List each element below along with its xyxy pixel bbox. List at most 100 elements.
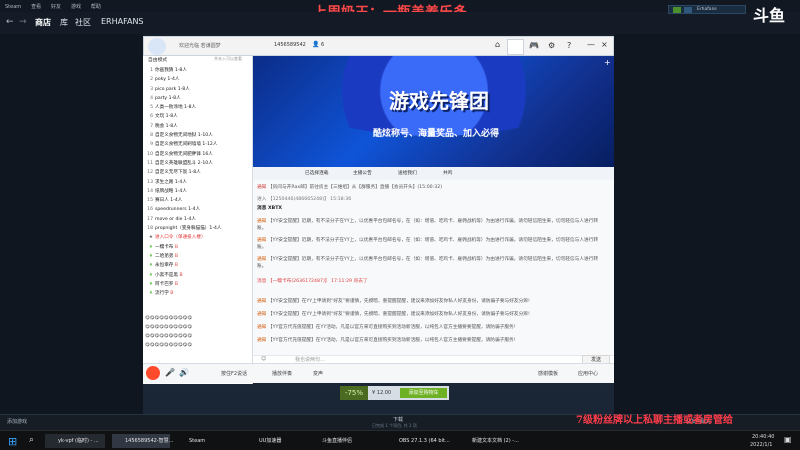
forward-icon[interactable]: → xyxy=(19,17,27,27)
home-button[interactable] xyxy=(507,39,524,55)
list-item[interactable]: 17 move or die 1-4人 xyxy=(143,215,253,224)
nav-store[interactable]: 商店 xyxy=(35,17,51,28)
chat-input-row[interactable]: ☺ 我也说两句... 发送 xyxy=(253,355,614,364)
list-item[interactable]: 10 自定义食物无间肥胖锋 16人 xyxy=(143,150,253,159)
menu-item-help[interactable]: 帮助 xyxy=(91,4,101,10)
back-icon[interactable]: ← xyxy=(6,17,14,27)
chat-message: 通知 【YY官方代充值提醒】在YY活动，凡是以官方来可直接购买到活动新活服，以纯… xyxy=(257,325,516,330)
app-center-button[interactable]: 应用中心 xyxy=(578,370,598,377)
chat-message: 通知 【YY安全提醒】在YY上申请到“好友”要谨慎，先摸暗、重提醒提醒，建议来添… xyxy=(257,299,530,304)
taskbar-app[interactable]: 1456589542-智慧... xyxy=(112,434,173,448)
microphone-icon[interactable]: 🎤 xyxy=(165,368,175,377)
emoji-message-area[interactable]: 😋😋😋😋😋😋😋😋😋😋 😋😋😋😋😋😋😋😋😋😋 😋😋😋😋😋😋😋😋😋😋 😋😋😋😋😋😋😋😋😋😋 xyxy=(145,314,251,361)
douyu-logo: 斗鱼 xyxy=(753,6,786,25)
download-status: 已完成 1 个项目, 共 1 项 xyxy=(372,423,417,428)
taskbar-date: 2022/1/1 xyxy=(750,442,773,448)
chat-tabs: 已选择连载 主播公告 送给我们 共鸣 xyxy=(253,167,614,180)
taskbar-app[interactable]: Steam xyxy=(176,434,240,448)
close-icon[interactable]: × xyxy=(601,40,608,49)
fan-item[interactable]: ♦ 一糯卡布 B xyxy=(143,243,253,252)
yy-window-titlebar: 欢迎光临 若谦圆梦 1456589542 👤 6 ⌂ 🎮 ⚙ ? — × xyxy=(143,36,614,56)
settings-icon[interactable]: ⚙ xyxy=(548,41,555,50)
steam-account-bar[interactable]: Erhafans xyxy=(668,5,746,14)
add-to-cart-button[interactable]: 添加至购物车 xyxy=(400,388,447,398)
windows-taskbar: ⊞ ⌕ yk-vpf (临时) - ... 1456589542-智慧... S… xyxy=(0,430,800,450)
chat-message: 通知 【YY安全提醒】近期，有不法分子在YY上，以优惠平台包邮名号，在（如：增值… xyxy=(257,238,599,250)
game-list-panel: 自由模式 并未入可以查看 1 你画我猜 1-8人 2 poky 1-4人 3 pico… xyxy=(143,56,253,384)
taskbar-app[interactable]: yk-vpf (临时) - ... xyxy=(45,434,105,448)
welcome-text: 欢迎光临 若谦圆梦 xyxy=(179,43,221,49)
help-icon[interactable]: ? xyxy=(567,41,571,50)
fan-item[interactable]: ♦ 二哈弟弟 B xyxy=(143,252,253,261)
chat-message: 通知 【YY安全提醒】在YY上申请到“好友”要谨慎，先摸暗、重提醒提醒，建议来添… xyxy=(257,312,530,317)
list-item[interactable]: 8 自定义食物无间地狱 1-10人 xyxy=(143,131,253,140)
left-panel-subtitle: 并未入可以查看 xyxy=(214,56,242,61)
fan-item[interactable]: ♦ 永恒幸存 B xyxy=(143,261,253,270)
voice-changer-button[interactable]: 变声 xyxy=(313,370,323,377)
fan-item[interactable]: ♦ 阿卡巴罗 B xyxy=(143,280,253,289)
windows-start-icon[interactable]: ⊞ xyxy=(8,435,17,448)
nav-profile[interactable]: ERHAFANS xyxy=(101,17,144,26)
list-item[interactable]: 14 纸牌战略 1-4人 xyxy=(143,187,253,196)
fan-item[interactable]: ♦ 小黑不是黑 B xyxy=(143,271,253,280)
channel-list[interactable]: 1 你画我猜 1-8人 2 poky 1-4人 3 pico park 1-8人 4p… xyxy=(143,66,253,316)
nav-community[interactable]: 社区 xyxy=(75,17,91,28)
list-item[interactable]: 9 自定义食物无间刷墙墙 1-12人 xyxy=(143,140,253,149)
gamepad-icon[interactable]: 🎮 xyxy=(529,41,539,50)
fan-item[interactable]: ♦ 流行学 B xyxy=(143,289,253,298)
add-game-button[interactable]: 添加游戏 xyxy=(7,418,27,425)
home-icon[interactable]: ⌂ xyxy=(495,40,500,49)
list-item[interactable]: 1 你画我猜 1-8人 xyxy=(143,66,253,75)
notice-row[interactable]: ★ 进入口令（单通投入楼） xyxy=(143,233,253,242)
steam-menu[interactable]: Steam 查看 好友 游戏 帮助 xyxy=(5,3,109,10)
list-item[interactable]: 5 人类一败涂地 1-8人 xyxy=(143,103,253,112)
taskbar-app[interactable]: 斗鱼直播伴侣 xyxy=(309,434,381,448)
price: ¥ 12.00 xyxy=(372,390,392,396)
notification-icon[interactable] xyxy=(684,7,692,13)
nav-library[interactable]: 库 xyxy=(60,17,68,28)
volume-icon[interactable]: 🔊 xyxy=(179,368,189,377)
tab-announcement[interactable]: 主播公告 xyxy=(353,170,372,176)
tab-gifts[interactable]: 送给我们 xyxy=(398,170,417,176)
list-item[interactable]: 4 party 1-8人 xyxy=(143,94,253,103)
event-banner[interactable]: 游戏先锋团 酷炫称号、海量奖品、加入必得 + xyxy=(253,56,614,167)
list-item[interactable]: 15 赛日人 1-4人 xyxy=(143,196,253,205)
store-purchase-box: -75% ¥ 12.00 添加至购物车 xyxy=(340,386,449,400)
desktop-screen: { "overlay": {"title":"上周奶王：一瓶盖养乐多","bot… xyxy=(0,0,800,450)
template-button[interactable]: 感谢模板 xyxy=(538,370,558,377)
taskbar-app[interactable]: OBS 27.1.3 (64 bit... xyxy=(386,434,454,448)
menu-item-games[interactable]: 游戏 xyxy=(71,4,81,10)
avatar xyxy=(148,38,166,55)
menu-item-view[interactable]: 查看 xyxy=(31,4,41,10)
menu-item-steam[interactable]: Steam xyxy=(5,4,21,10)
menu-item-friends[interactable]: 好友 xyxy=(51,4,61,10)
list-item[interactable]: 7 晚会 1-8人 xyxy=(143,122,253,131)
voice-toolbar: 🎤 🔊 按住F2说话 播放伴奏 变声 感谢模板 应用中心 xyxy=(143,363,614,383)
taskbar-app[interactable]: 新建文本文档 (2) -... xyxy=(459,434,529,448)
chat-emoji-lines: 😋😋😋😋😋😋😋😋😋😋 😋😋😋😋😋😋😋😋😋😋 😋😋😋😋😋😋😋😋😋😋 😋😋😋😋😋😋😋😋😋😋 xyxy=(145,316,192,348)
friends-icon[interactable] xyxy=(673,7,681,13)
tab-selected[interactable]: 已选择连载 xyxy=(305,170,328,176)
chat-area[interactable]: 通知 【房间与开Rax邮】前往房主【三维组】从【群服务】直播【会员开头】(15:… xyxy=(253,180,614,355)
accompaniment-button[interactable]: 播放伴奏 xyxy=(272,370,292,377)
minimize-icon[interactable]: — xyxy=(587,40,595,49)
list-item[interactable]: 16 speedrunners 1-4人 xyxy=(143,205,253,214)
emoji-icon[interactable]: ☺ xyxy=(261,356,266,362)
taskbar-time: 20:40:40 xyxy=(752,434,775,440)
list-item[interactable]: 11 自定义英雄联盟乱斗 2-10人 xyxy=(143,159,253,168)
list-item[interactable]: 2 poky 1-4人 xyxy=(143,75,253,84)
list-item[interactable]: 6 文玩 1-8人 xyxy=(143,112,253,121)
list-item[interactable]: 12 自定义无尽下饭 1-8人 xyxy=(143,168,253,177)
list-item[interactable]: 3 pico park 1-8人 xyxy=(143,85,253,94)
list-item[interactable]: 13 求生之路 1-4人 xyxy=(143,178,253,187)
notification-center-icon[interactable]: ▣ xyxy=(784,435,792,444)
downloads-label[interactable]: 下载 xyxy=(393,416,403,423)
tab-resonance[interactable]: 共鸣 xyxy=(443,170,452,176)
taskbar-app[interactable]: UU加速器 xyxy=(246,434,304,448)
chat-input[interactable]: 我也说两句... xyxy=(295,356,325,363)
push-to-talk[interactable]: 按住F2说话 xyxy=(221,370,247,377)
banner-add-icon[interactable]: + xyxy=(604,58,611,67)
steam-username[interactable]: Erhafans xyxy=(697,7,717,12)
search-icon[interactable]: ⌕ xyxy=(29,435,34,445)
list-item[interactable]: 18 propnight（变身躲猫猫）1-4人 xyxy=(143,224,253,233)
